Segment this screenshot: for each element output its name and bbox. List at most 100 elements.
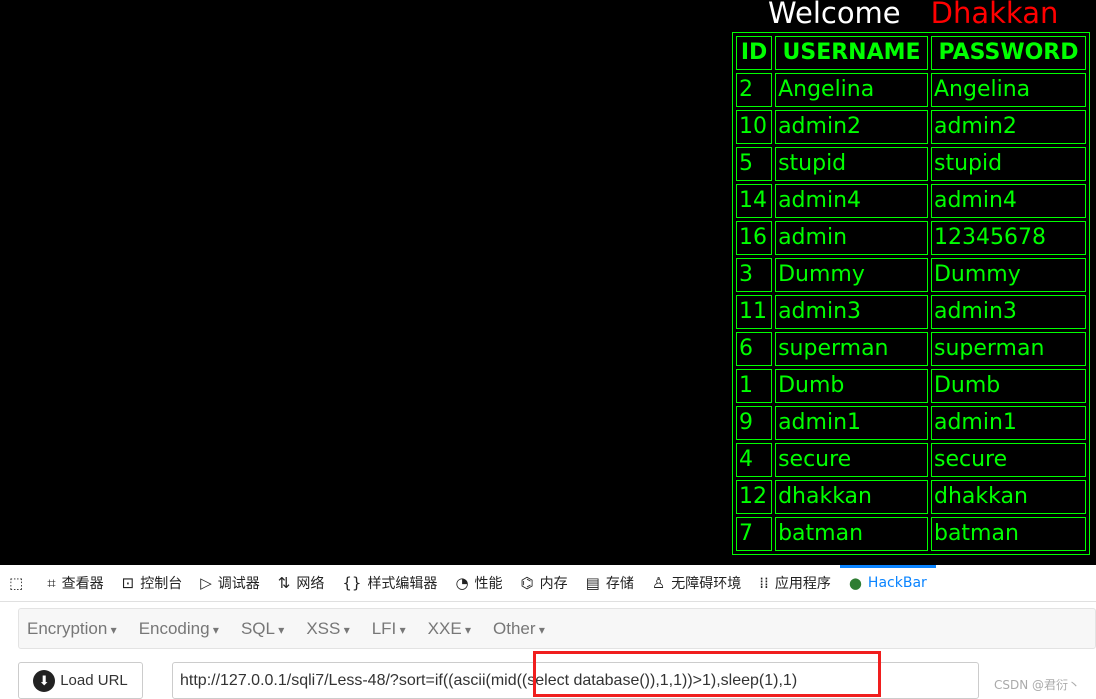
welcome-heading: Welcome Dhakkan — [768, 0, 1058, 30]
hackbar-menubar: Encryption Encoding SQL XSS LFI XXE Other — [18, 608, 1096, 649]
performance-icon: ◔ — [455, 574, 469, 592]
tab-hackbar[interactable]: ● HackBar — [839, 564, 936, 602]
table-row: 3 Dummy Dummy — [736, 258, 1086, 292]
tab-label: HackBar — [867, 575, 927, 591]
table-cell: admin4 — [775, 184, 928, 218]
table-cell: batman — [930, 517, 1086, 551]
highlight-box — [533, 651, 881, 697]
menu-other[interactable]: Other — [493, 619, 545, 639]
table-cell: 4 — [736, 443, 773, 477]
table-row: 9 admin1 admin1 — [736, 406, 1086, 440]
menu-lfi[interactable]: LFI — [372, 619, 406, 639]
table-cell: 12 — [736, 480, 773, 514]
table-header: ID USERNAME PASSWORD — [736, 36, 1086, 70]
table-cell: admin4 — [930, 184, 1086, 218]
table-cell: 9 — [736, 406, 773, 440]
tab-console[interactable]: ⊡ 控制台 — [113, 565, 192, 602]
tab-network[interactable]: ⇅ 网络 — [269, 565, 334, 602]
table-cell: secure — [930, 443, 1086, 477]
table-row: 11 admin3 admin3 — [736, 295, 1086, 329]
table-row: 5 stupid stupid — [736, 147, 1086, 181]
menu-xss[interactable]: XSS — [306, 619, 349, 639]
table-cell: 11 — [736, 295, 773, 329]
table-cell: admin2 — [930, 110, 1086, 144]
table-cell: 12345678 — [930, 221, 1086, 255]
tab-label: 存储 — [605, 576, 634, 592]
watermark: CSDN @君衍丶 — [994, 678, 1081, 692]
table-cell: admin3 — [775, 295, 928, 329]
table-cell: 7 — [736, 517, 773, 551]
tab-label: 内存 — [539, 576, 568, 592]
table-cell: 14 — [736, 184, 773, 218]
column-header: ID — [736, 36, 773, 70]
table-row: 2 Angelina Angelina — [736, 73, 1086, 107]
table-row: 6 superman superman — [736, 332, 1086, 366]
menu-xxe[interactable]: XXE — [428, 619, 471, 639]
table-row: 14 admin4 admin4 — [736, 184, 1086, 218]
table-row: 7 batman batman — [736, 517, 1086, 551]
application-icon: ⁞⁞ — [759, 574, 769, 592]
table-cell: dhakkan — [775, 480, 928, 514]
table-cell: dhakkan — [930, 480, 1086, 514]
users-table: ID USERNAME PASSWORD 2 Angelina Angelina 10 adm… — [732, 32, 1090, 555]
table-row: 4 secure secure — [736, 443, 1086, 477]
element-picker-button[interactable]: ⬚ — [0, 565, 38, 602]
table-cell: stupid — [930, 147, 1086, 181]
table-cell: stupid — [775, 147, 928, 181]
table-cell: 6 — [736, 332, 773, 366]
table-cell: Angelina — [930, 73, 1086, 107]
memory-icon: ⌬ — [520, 574, 534, 592]
tab-label: 无障碍环境 — [671, 576, 742, 592]
tab-storage[interactable]: ▤ 存储 — [577, 565, 643, 602]
tab-label: 控制台 — [140, 576, 183, 592]
table-row: 12 dhakkan dhakkan — [736, 480, 1086, 514]
table-cell: 3 — [736, 258, 773, 292]
download-icon: ⬇ — [33, 669, 56, 692]
storage-icon: ▤ — [585, 574, 600, 592]
style-editor-icon: {} — [342, 574, 362, 592]
table-cell: Dummy — [930, 258, 1086, 292]
tab-debugger[interactable]: ▷ 调试器 — [191, 565, 269, 602]
tab-style-editor[interactable]: {} 样式编辑器 — [333, 565, 446, 602]
table-cell: superman — [775, 332, 928, 366]
network-icon: ⇅ — [277, 574, 291, 592]
inspector-icon: ⌗ — [47, 574, 56, 592]
table-cell: superman — [930, 332, 1086, 366]
table-cell: admin2 — [775, 110, 928, 144]
load-url-button[interactable]: ⬇ Load URL — [18, 662, 143, 699]
tab-performance[interactable]: ◔ 性能 — [446, 565, 511, 602]
tab-memory[interactable]: ⌬ 内存 — [512, 565, 577, 602]
devtools-panel: ⬚ ⌗ 查看器 ⊡ 控制台 ▷ 调试器 ⇅ 网络 {} 样式编辑器 ◔ 性能 ⌬ 内存 ▤ 存储 ♙ 无障碍环境 ⁞… — [0, 564, 1096, 699]
tab-label: 网络 — [296, 576, 325, 592]
column-header: USERNAME — [775, 36, 928, 70]
table-row: 1 Dumb Dumb — [736, 369, 1086, 403]
table-cell: 2 — [736, 73, 773, 107]
tab-label: 查看器 — [61, 576, 104, 592]
table-row: 10 admin2 admin2 — [736, 110, 1086, 144]
load-url-label: Load URL — [60, 672, 128, 689]
table-cell: Angelina — [775, 73, 928, 107]
tab-inspector[interactable]: ⌗ 查看器 — [38, 565, 112, 602]
devtools-tabs: ⬚ ⌗ 查看器 ⊡ 控制台 ▷ 调试器 ⇅ 网络 {} 样式编辑器 ◔ 性能 ⌬ 内存 ▤ 存储 ♙ 无障碍环境 ⁞… — [0, 564, 1096, 602]
tab-label: 应用程序 — [774, 576, 831, 592]
menu-encoding[interactable]: Encoding — [139, 619, 219, 639]
table-cell: admin3 — [930, 295, 1086, 329]
tab-accessibility[interactable]: ♙ 无障碍环境 — [643, 565, 750, 602]
menu-sql[interactable]: SQL — [241, 619, 284, 639]
table-cell: 16 — [736, 221, 773, 255]
table-cell: admin — [775, 221, 928, 255]
console-icon: ⊡ — [121, 574, 135, 592]
tab-application[interactable]: ⁞⁞ 应用程序 — [750, 565, 840, 602]
table-cell: 1 — [736, 369, 773, 403]
table-cell: Dumb — [930, 369, 1086, 403]
table-cell: secure — [775, 443, 928, 477]
menu-encryption[interactable]: Encryption — [27, 619, 117, 639]
table-cell: 5 — [736, 147, 773, 181]
table-cell: admin1 — [930, 406, 1086, 440]
page-content: Welcome Dhakkan ID USERNAME PASSWORD 2 Angeli… — [0, 0, 1096, 565]
table-cell: Dummy — [775, 258, 928, 292]
table-cell: Dumb — [775, 369, 928, 403]
hackbar-icon: ● — [848, 574, 862, 592]
table-row: 16 admin 12345678 — [736, 221, 1086, 255]
table-cell: 10 — [736, 110, 773, 144]
